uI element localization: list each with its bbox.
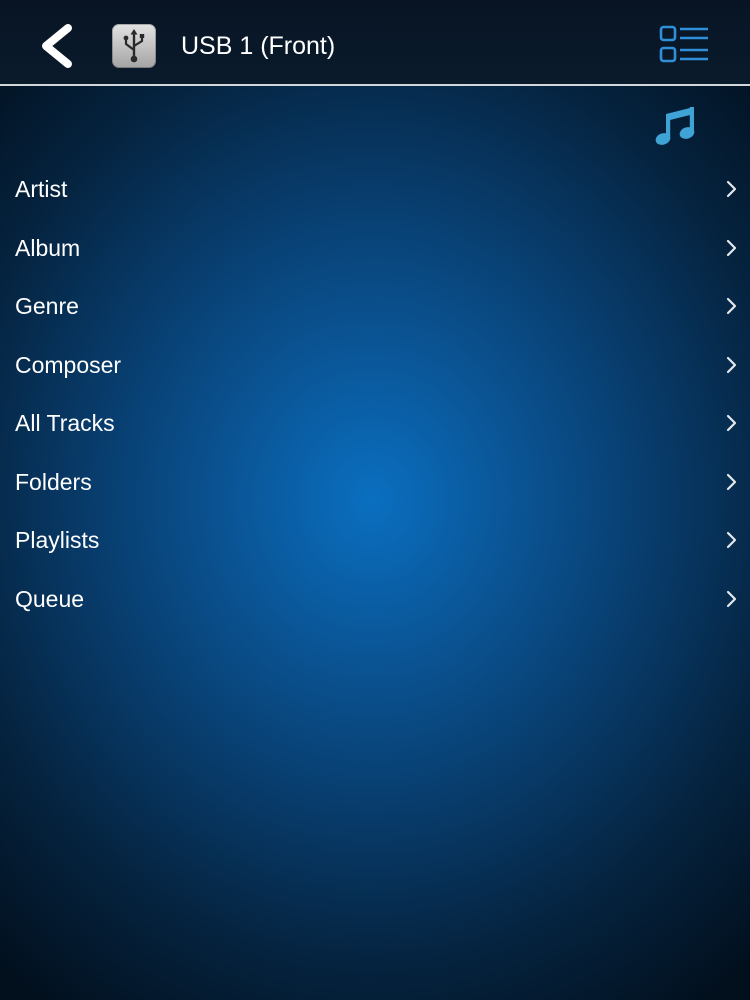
- chevron-left-icon: [42, 24, 72, 68]
- top-bar: USB 1 (Front): [0, 0, 750, 86]
- menu-item-label: Album: [15, 234, 81, 261]
- menu-item-label: Genre: [15, 293, 79, 319]
- list-view-icon: [659, 25, 708, 63]
- chevron-right-icon: [726, 297, 737, 315]
- view-toggle-button[interactable]: [652, 20, 714, 70]
- menu-item-playlists[interactable]: Playlists: [0, 511, 750, 570]
- page-title: USB 1 (Front): [181, 32, 336, 60]
- menu-item-label: All Tracks: [15, 410, 115, 436]
- media-type-indicator: [652, 102, 700, 150]
- back-button[interactable]: [30, 18, 86, 74]
- menu-item-label: Folders: [15, 468, 92, 495]
- chevron-right-icon: [726, 356, 737, 373]
- chevron-right-icon: [726, 180, 737, 198]
- menu-item-album[interactable]: Album: [0, 219, 750, 278]
- menu-item-folders[interactable]: Folders: [0, 453, 750, 512]
- chevron-right-icon: [726, 239, 737, 256]
- music-note-icon: [655, 107, 695, 145]
- chevron-right-icon: [726, 590, 737, 607]
- menu-item-label: Queue: [15, 585, 85, 612]
- chevron-right-icon: [726, 531, 737, 549]
- menu-item-all-tracks[interactable]: All Tracks: [0, 394, 750, 453]
- menu-item-artist[interactable]: Artist: [0, 160, 750, 219]
- browse-menu: Artist Album Genre Composer All Tracks F…: [0, 160, 750, 628]
- usb-icon: [123, 29, 145, 63]
- chevron-right-icon: [726, 414, 737, 432]
- menu-item-genre[interactable]: Genre: [0, 277, 750, 336]
- menu-item-label: Composer: [15, 351, 122, 378]
- chevron-right-icon: [726, 473, 737, 490]
- menu-item-label: Playlists: [15, 527, 100, 553]
- menu-item-queue[interactable]: Queue: [0, 570, 750, 629]
- menu-item-label: Artist: [15, 176, 68, 202]
- usb-source-badge: [112, 24, 156, 68]
- menu-item-composer[interactable]: Composer: [0, 336, 750, 395]
